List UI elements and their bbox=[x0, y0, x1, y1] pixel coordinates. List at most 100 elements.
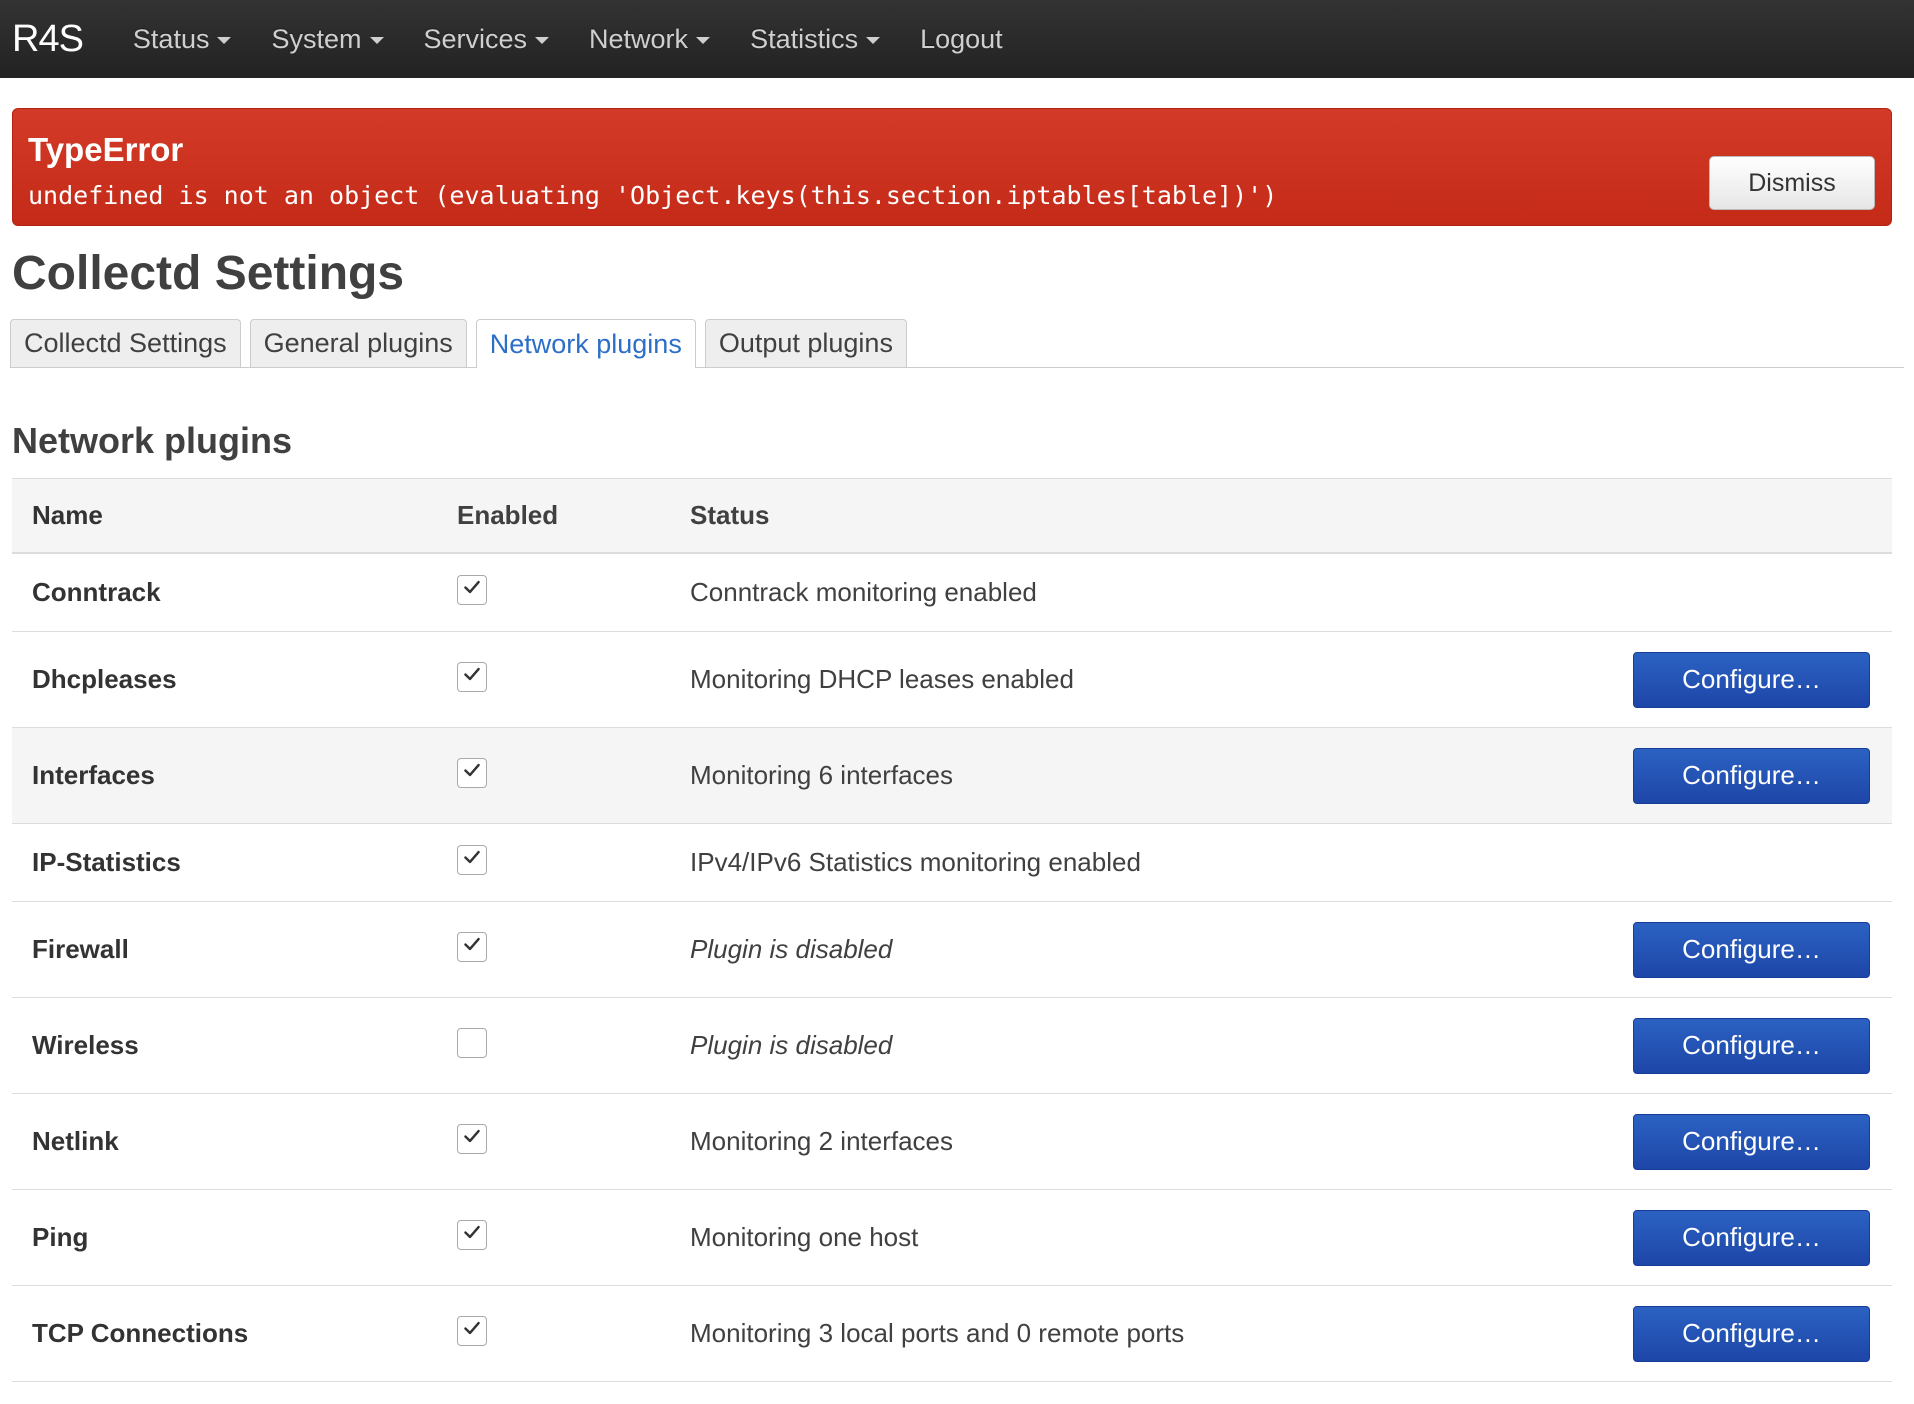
tab-collectd-settings[interactable]: Collectd Settings bbox=[10, 319, 241, 367]
configure-button[interactable]: Configure… bbox=[1633, 1113, 1870, 1170]
plugin-status: Monitoring 2 interfaces bbox=[690, 1126, 954, 1156]
table-row: Ping Monitoring one host Configure… bbox=[12, 1190, 1892, 1286]
plugin-name: Conntrack bbox=[32, 577, 161, 607]
brand-logo[interactable]: R4S bbox=[12, 18, 84, 61]
enabled-checkbox[interactable] bbox=[457, 1219, 487, 1250]
plugin-status: Monitoring one host bbox=[690, 1222, 919, 1252]
checkmark-icon bbox=[461, 1315, 483, 1346]
plugin-name: Firewall bbox=[32, 934, 129, 964]
plugin-name: IP-Statistics bbox=[32, 847, 181, 877]
configure-button[interactable]: Configure… bbox=[1633, 921, 1870, 978]
main-menu: Status System Services Network Statistics Log… bbox=[133, 24, 1043, 55]
caret-down-icon bbox=[535, 37, 550, 44]
enabled-cell bbox=[457, 1123, 690, 1157]
tab-general-plugins[interactable]: General plugins bbox=[249, 319, 467, 367]
configure-button[interactable]: Configure… bbox=[1633, 1305, 1870, 1362]
enabled-cell bbox=[457, 931, 690, 965]
configure-button[interactable]: Configure… bbox=[1633, 747, 1870, 804]
plugin-status: Monitoring 6 interfaces bbox=[690, 760, 954, 790]
enabled-checkbox[interactable] bbox=[457, 757, 487, 788]
configure-button[interactable]: Configure… bbox=[1633, 1017, 1870, 1074]
nav-item-label: System bbox=[271, 23, 362, 54]
page-title: Collectd Settings bbox=[12, 247, 405, 300]
plugin-name: Dhcpleases bbox=[32, 664, 177, 694]
nav-item-label: Network bbox=[589, 23, 689, 54]
configure-button[interactable]: Configure… bbox=[1633, 651, 1870, 708]
error-alert: TypeError undefined is not an object (ev… bbox=[12, 108, 1892, 226]
caret-down-icon bbox=[217, 37, 232, 44]
plugin-status: Monitoring 3 local ports and 0 remote po… bbox=[690, 1318, 1185, 1348]
column-header-enabled: Enabled bbox=[457, 500, 559, 530]
caret-down-icon bbox=[696, 37, 711, 44]
enabled-cell bbox=[457, 1219, 690, 1253]
checkmark-icon bbox=[461, 757, 483, 788]
table-row: TCP Connections Monitoring 3 local ports … bbox=[12, 1286, 1892, 1382]
table-row: Conntrack Conntrack monitoring enabled bbox=[12, 554, 1892, 632]
checkmark-icon bbox=[461, 1123, 483, 1154]
nav-item-logout[interactable]: Logout bbox=[920, 24, 1003, 55]
nav-item-status[interactable]: Status bbox=[133, 24, 232, 55]
checkmark-icon bbox=[461, 574, 483, 605]
nav-item-statistics[interactable]: Statistics bbox=[750, 24, 881, 55]
checkmark-icon bbox=[461, 931, 483, 962]
table-row: IP-Statistics IPv4/IPv6 Statistics monito… bbox=[12, 824, 1892, 902]
section-title: Network plugins bbox=[12, 420, 293, 461]
tab-bar: Collectd Settings General plugins Network … bbox=[10, 319, 1904, 368]
top-navbar: R4S Status System Services Network Statistic… bbox=[0, 0, 1914, 78]
table-row: Wireless Plugin is disabled Configure… bbox=[12, 998, 1892, 1094]
table-body: Conntrack Conntrack monitoring enabled Dhc… bbox=[12, 554, 1892, 1382]
actions-cell: Configure… bbox=[1632, 1113, 1892, 1170]
checkmark-icon bbox=[461, 1219, 483, 1250]
enabled-cell bbox=[457, 757, 690, 791]
plugin-status: Conntrack monitoring enabled bbox=[690, 577, 1037, 607]
table-header: Name Enabled Status bbox=[12, 478, 1892, 554]
caret-down-icon bbox=[369, 37, 384, 44]
table-row: Netlink Monitoring 2 interfaces Configure… bbox=[12, 1094, 1892, 1190]
actions-cell: Configure… bbox=[1632, 1209, 1892, 1266]
nav-item-label: Services bbox=[423, 23, 528, 54]
table-row: Interfaces Monitoring 6 interfaces Configu… bbox=[12, 728, 1892, 824]
enabled-checkbox[interactable] bbox=[457, 1123, 487, 1154]
column-header-name: Name bbox=[32, 500, 103, 530]
actions-cell: Configure… bbox=[1632, 747, 1892, 804]
enabled-cell bbox=[457, 844, 690, 878]
enabled-checkbox[interactable] bbox=[457, 574, 487, 605]
plugin-status: Monitoring DHCP leases enabled bbox=[690, 664, 1074, 694]
plugin-status: Plugin is disabled bbox=[690, 1030, 893, 1060]
nav-item-services[interactable]: Services bbox=[424, 24, 550, 55]
plugin-name: Interfaces bbox=[32, 760, 155, 790]
enabled-cell bbox=[457, 1315, 690, 1349]
plugin-name: Netlink bbox=[32, 1126, 119, 1156]
actions-cell: Configure… bbox=[1632, 1305, 1892, 1362]
plugins-table: Name Enabled Status Conntrack Conntrack m… bbox=[12, 478, 1892, 1382]
configure-button[interactable]: Configure… bbox=[1633, 1209, 1870, 1266]
error-title: TypeError bbox=[28, 131, 184, 168]
enabled-checkbox[interactable] bbox=[457, 931, 487, 962]
column-header-status: Status bbox=[690, 500, 770, 530]
table-row: Dhcpleases Monitoring DHCP leases enabled… bbox=[12, 632, 1892, 728]
enabled-checkbox[interactable] bbox=[457, 1027, 487, 1058]
actions-cell: Configure… bbox=[1632, 1017, 1892, 1074]
tab-network-plugins[interactable]: Network plugins bbox=[475, 319, 696, 368]
plugin-name: Wireless bbox=[32, 1030, 139, 1060]
enabled-cell bbox=[457, 1027, 690, 1061]
table-row: Firewall Plugin is disabled Configure… bbox=[12, 902, 1892, 998]
enabled-checkbox[interactable] bbox=[457, 844, 487, 875]
plugin-name: Ping bbox=[32, 1222, 89, 1252]
error-message: undefined is not an object (evaluating '… bbox=[28, 181, 1278, 210]
plugin-name: TCP Connections bbox=[32, 1318, 249, 1348]
enabled-checkbox[interactable] bbox=[457, 661, 487, 692]
plugin-status: IPv4/IPv6 Statistics monitoring enabled bbox=[690, 847, 1141, 877]
enabled-checkbox[interactable] bbox=[457, 1315, 487, 1346]
nav-item-network[interactable]: Network bbox=[589, 23, 711, 55]
nav-item-system[interactable]: System bbox=[271, 23, 384, 55]
plugin-status: Plugin is disabled bbox=[690, 934, 893, 964]
actions-cell: Configure… bbox=[1632, 921, 1892, 978]
nav-item-label: Logout bbox=[920, 23, 1003, 54]
enabled-cell bbox=[457, 661, 690, 695]
enabled-cell bbox=[457, 574, 690, 608]
checkmark-icon bbox=[461, 844, 483, 875]
tab-output-plugins[interactable]: Output plugins bbox=[704, 319, 907, 367]
dismiss-button[interactable]: Dismiss bbox=[1709, 156, 1875, 210]
checkmark-icon bbox=[461, 661, 483, 692]
